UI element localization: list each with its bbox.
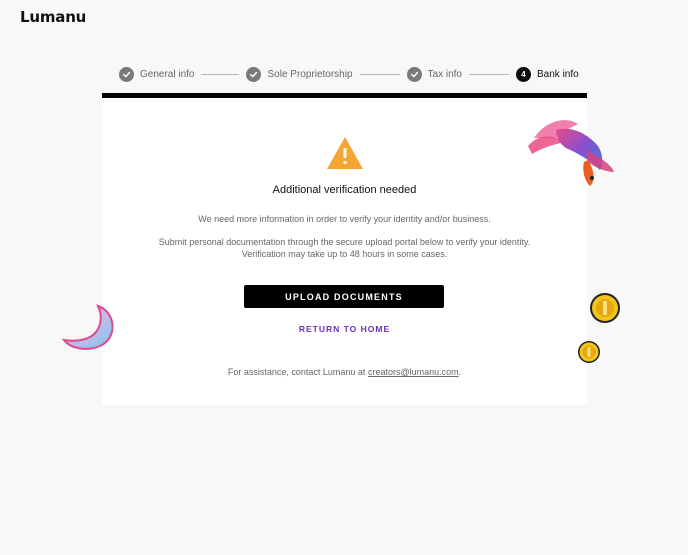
verification-card: Additional verification needed We need m… — [102, 93, 587, 405]
step-connector — [359, 74, 400, 75]
assistance-prefix: For assistance, contact Lumanu at — [227, 367, 366, 377]
betta-fish-illustration — [528, 120, 614, 186]
support-email-link[interactable]: creators@lumanu.com — [368, 367, 459, 377]
check-icon — [119, 67, 134, 82]
instruction-message: Submit personal documentation through th… — [158, 237, 531, 259]
step-label: Tax info — [427, 69, 462, 80]
coin-icon — [590, 293, 620, 323]
progress-stepper: General info Sole Proprietorship Tax inf… — [119, 66, 579, 83]
card-title: Additional verification needed — [272, 184, 417, 196]
step-label: General info — [140, 69, 195, 80]
coin-icon — [578, 341, 600, 363]
assistance-suffix: . — [458, 367, 462, 377]
step-tax-info: Tax info — [406, 67, 462, 82]
step-sole-proprietorship: Sole Proprietorship — [246, 67, 353, 82]
upload-documents-button[interactable]: UPLOAD DOCUMENTS — [244, 285, 444, 308]
step-number-badge: 4 — [516, 67, 531, 82]
step-connector — [201, 74, 240, 75]
assistance-text: For assistance, contact Lumanu at creato… — [102, 367, 587, 377]
check-icon — [406, 67, 422, 82]
return-to-home-link[interactable]: RETURN TO HOME — [102, 324, 587, 334]
crescent-shape-illustration — [61, 304, 114, 350]
step-label: Bank info — [537, 69, 579, 80]
lumanu-logo: Lumanu — [20, 8, 87, 26]
check-icon — [246, 67, 262, 82]
warning-icon — [327, 137, 363, 169]
step-general-info: General info — [119, 67, 194, 82]
step-bank-info: 4 Bank info — [516, 67, 579, 82]
step-connector — [469, 74, 509, 75]
step-label: Sole Proprietorship — [267, 69, 353, 80]
info-message: We need more information in order to ver… — [198, 214, 491, 224]
